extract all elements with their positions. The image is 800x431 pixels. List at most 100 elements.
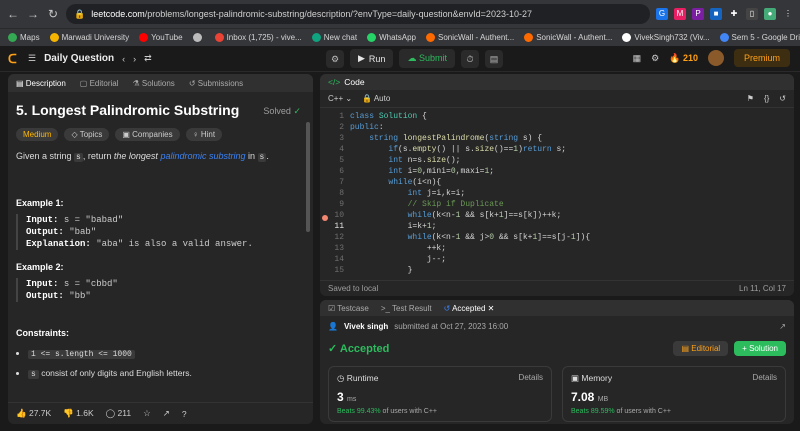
- bookmark-favicon-icon: [8, 33, 17, 42]
- shuffle-icon[interactable]: ⇄: [144, 53, 152, 64]
- bookmark-item[interactable]: [192, 33, 205, 42]
- line-number: 7: [339, 178, 344, 187]
- memory-details-link[interactable]: Details: [753, 373, 777, 382]
- line-number: 4: [339, 145, 344, 154]
- constraints-list: 1 <= s.length <= 1000 s consist of only …: [16, 344, 305, 384]
- address-bar[interactable]: 🔒 leetcode.com/problems/longest-palindro…: [66, 4, 650, 24]
- forward-arrow-icon[interactable]: →: [26, 7, 40, 21]
- settings-icon[interactable]: ⚙: [651, 53, 659, 64]
- menu-kebab-icon[interactable]: ⋮: [782, 8, 794, 20]
- submit-button[interactable]: ☁ Submit: [399, 49, 455, 68]
- bookmark-item[interactable]: SonicWall - Authent...: [426, 33, 514, 42]
- bookmark-item[interactable]: WhatsApp: [367, 33, 416, 42]
- run-submit-group: ⚙ ▶ Run ☁ Submit ⏱ ▤: [326, 49, 503, 68]
- sidebar-icon[interactable]: ▯: [746, 8, 758, 20]
- bookmark-item[interactable]: SonicWall - Authent...: [524, 33, 612, 42]
- bookmark-item[interactable]: Maps: [8, 33, 40, 42]
- leetcode-logo-icon[interactable]: ᑕ: [8, 52, 20, 66]
- list-item: s consist of only digits and English let…: [28, 364, 305, 384]
- extension-icon[interactable]: P: [692, 8, 704, 20]
- submitted-time: submitted at Oct 27, 2023 16:00: [394, 321, 509, 331]
- reload-icon[interactable]: ↻: [46, 7, 60, 21]
- solution-button[interactable]: + Solution: [734, 340, 786, 356]
- bookmark-favicon-icon: [192, 33, 202, 42]
- prev-question-icon[interactable]: ‹: [122, 54, 125, 64]
- streak-counter[interactable]: 🔥 210: [669, 53, 698, 64]
- line-number: 15: [334, 266, 344, 275]
- bookmark-favicon-icon: [367, 33, 377, 42]
- memory-card[interactable]: ▣ Memory Details 7.08 MB Beats 89.59% of…: [562, 366, 786, 422]
- star-icon[interactable]: ☆: [143, 408, 151, 419]
- profile-avatar-icon[interactable]: ●: [764, 8, 776, 20]
- submission-info: 👤 Vivek singh submitted at Oct 27, 2023 …: [320, 316, 794, 336]
- runtime-details-link[interactable]: Details: [519, 373, 543, 382]
- tab-testcase[interactable]: ☑ Testcase: [328, 304, 369, 313]
- hint-chip[interactable]: ♀ Hint: [185, 128, 223, 141]
- line-number: 6: [339, 167, 344, 176]
- extension-icon[interactable]: ■: [710, 8, 722, 20]
- code-line: int j=i,k=i;: [407, 189, 466, 198]
- bookmark-item[interactable]: Sem 5 - Google Drive: [719, 33, 800, 42]
- extension-icons: G M P ■ ✚ ▯ ● ⋮: [656, 8, 794, 20]
- notes-icon[interactable]: ▤: [484, 49, 503, 68]
- back-arrow-icon[interactable]: ←: [6, 7, 20, 21]
- language-select[interactable]: C++ ⌄: [328, 94, 352, 103]
- tab-editorial[interactable]: ▢ Editorial: [80, 79, 119, 88]
- stat-cards: ◷ Runtime Details 3 ms Beats 99.43% of u…: [320, 360, 794, 424]
- help-icon[interactable]: ?: [182, 409, 187, 419]
- code-line: j--;: [350, 255, 447, 264]
- bookmark-icon[interactable]: ⚑: [747, 94, 754, 103]
- bookmark-item[interactable]: YouTube: [139, 33, 183, 42]
- next-question-icon[interactable]: ›: [133, 54, 136, 64]
- username[interactable]: Vivek singh: [344, 322, 388, 331]
- format-braces-icon[interactable]: {}: [764, 94, 769, 103]
- upload-cloud-icon: ☁: [407, 53, 419, 63]
- tab-test-result[interactable]: >_ Test Result: [381, 304, 432, 313]
- scrollbar[interactable]: [306, 122, 310, 232]
- chevron-down-icon: ⌄: [345, 94, 353, 103]
- code-editor[interactable]: class Solution { public: string longestP…: [320, 108, 794, 276]
- solved-badge: Solved ✓: [263, 106, 301, 116]
- reset-icon[interactable]: ↺: [779, 94, 786, 103]
- tab-submissions[interactable]: ↺ Submissions: [189, 79, 243, 88]
- run-button[interactable]: ▶ Run: [350, 49, 394, 68]
- check-circle-icon: ✓: [328, 342, 338, 355]
- extension-icon[interactable]: M: [674, 8, 686, 20]
- dislike-button[interactable]: 👎 1.6K: [63, 408, 93, 419]
- bookmark-item[interactable]: Inbox (1,725) - vive...: [214, 33, 302, 42]
- bookmark-item[interactable]: New chat: [311, 33, 357, 42]
- puzzle-icon[interactable]: ✚: [728, 8, 740, 20]
- description-footer: 👍 27.7K 👎 1.6K ◯ 211 ☆ ↗ ?: [8, 402, 313, 424]
- like-button[interactable]: 👍 27.7K: [16, 408, 51, 419]
- code-line: // Skip if Duplicate: [407, 200, 504, 209]
- example-1-box: Input: s = "babad" Output: "bab" Explana…: [16, 214, 305, 250]
- page-title: 5. Longest Palindromic Substring: [16, 102, 240, 118]
- history-icon: ↺: [443, 303, 451, 313]
- palindromic-substring-link[interactable]: palindromic substring: [160, 151, 245, 161]
- tab-description[interactable]: ▤ Description: [16, 79, 66, 88]
- timer-icon[interactable]: ⏱: [460, 49, 479, 68]
- debug-icon[interactable]: ⚙: [326, 49, 344, 68]
- topics-chip[interactable]: ◇ Topics: [64, 128, 110, 141]
- code-line: public:: [350, 123, 384, 132]
- companies-chip[interactable]: ▣ Companies: [115, 128, 180, 141]
- auto-mode-toggle[interactable]: 🔒 Auto: [362, 94, 390, 103]
- editorial-button[interactable]: ▤ Editorial: [673, 340, 729, 356]
- tab-solutions[interactable]: ⚗ Solutions: [132, 79, 174, 88]
- line-number: 9: [339, 200, 344, 209]
- daily-question-title[interactable]: Daily Question: [44, 53, 114, 64]
- avatar[interactable]: [707, 50, 724, 66]
- description-tabs: ▤ Description ▢ Editorial ⚗ Solutions ↺ …: [8, 74, 313, 92]
- code-line: int i=0,mini=0,maxi=1;: [388, 167, 495, 176]
- comments-button[interactable]: ◯ 211: [106, 408, 131, 419]
- bookmark-item[interactable]: VivekSingh732 (Viv...: [622, 33, 710, 42]
- premium-button[interactable]: Premium: [733, 49, 790, 67]
- runtime-card[interactable]: ◷ Runtime Details 3 ms Beats 99.43% of u…: [328, 366, 552, 422]
- bookmark-item[interactable]: Marwadi University: [49, 33, 129, 42]
- share-icon[interactable]: ↗: [779, 322, 786, 331]
- tab-accepted[interactable]: ↺ Accepted ✕: [444, 304, 495, 313]
- share-icon[interactable]: ↗: [163, 408, 170, 419]
- translate-extension-icon[interactable]: G: [656, 8, 668, 20]
- problem-list-icon[interactable]: ☰: [28, 53, 36, 64]
- layout-icon[interactable]: ▦: [633, 53, 642, 64]
